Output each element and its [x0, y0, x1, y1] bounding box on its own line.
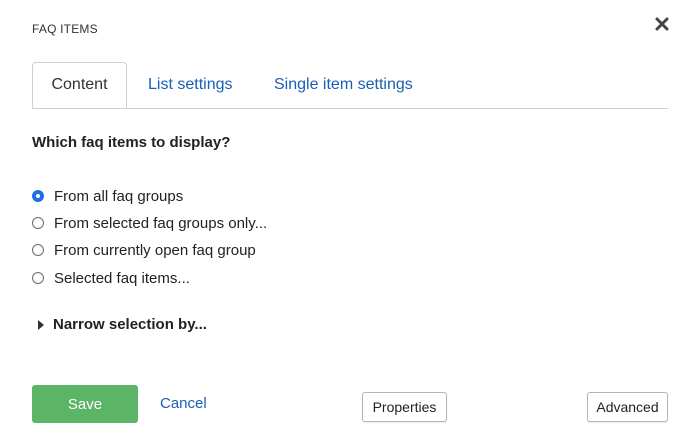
- radio-option-open-group[interactable]: From currently open faq group: [32, 240, 256, 260]
- radio-label: From currently open faq group: [54, 241, 256, 259]
- caret-right-icon: [38, 319, 44, 330]
- radio-label: From selected faq groups only...: [54, 214, 268, 232]
- tab-content[interactable]: Content: [32, 62, 127, 108]
- radio-option-selected-items[interactable]: Selected faq items...: [32, 268, 190, 288]
- question-label: Which faq items to display?: [32, 134, 231, 151]
- properties-button[interactable]: Properties: [362, 392, 447, 422]
- radio-label: Selected faq items...: [54, 269, 190, 287]
- dialog-title: FAQ ITEMS: [32, 22, 98, 36]
- radio-button[interactable]: [32, 217, 44, 229]
- cancel-link[interactable]: Cancel: [160, 395, 207, 412]
- advanced-button[interactable]: Advanced: [587, 392, 668, 422]
- tab-list-settings[interactable]: List settings: [148, 62, 232, 108]
- radio-button[interactable]: [32, 244, 44, 256]
- radio-button[interactable]: [32, 272, 44, 284]
- tab-bar: Content List settings Single item settin…: [32, 62, 668, 109]
- narrow-selection-toggle[interactable]: Narrow selection by...: [38, 316, 207, 333]
- radio-option-selected-groups[interactable]: From selected faq groups only...: [32, 213, 267, 233]
- radio-option-all-groups[interactable]: From all faq groups: [32, 186, 183, 206]
- narrow-selection-label: Narrow selection by...: [53, 316, 207, 333]
- radio-label: From all faq groups: [54, 187, 184, 205]
- radio-button[interactable]: [32, 190, 44, 202]
- close-icon[interactable]: [653, 15, 671, 33]
- tab-single-item-settings[interactable]: Single item settings: [274, 62, 413, 108]
- save-button[interactable]: Save: [32, 385, 138, 423]
